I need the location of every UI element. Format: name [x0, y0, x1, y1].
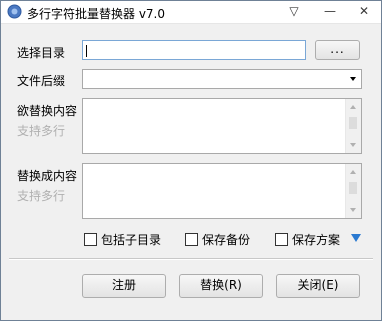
minimize-icon[interactable]: — — [317, 2, 343, 20]
close-button[interactable]: 关闭(E) — [276, 274, 360, 298]
dir-label: 选择目录 — [17, 46, 66, 60]
find-hint: 支持多行 — [17, 124, 66, 138]
browse-button[interactable]: ... — [315, 40, 360, 60]
include-subdirs-checkbox[interactable] — [84, 233, 97, 246]
scroll-thumb[interactable] — [349, 117, 357, 129]
replace-textarea[interactable] — [82, 163, 362, 219]
menu-dropdown-icon[interactable]: ▽ — [281, 2, 307, 20]
close-icon[interactable]: ✕ — [351, 2, 377, 20]
title-bar[interactable]: 多行字符批量替换器 v7.0 ▽ — ✕ — [1, 1, 381, 24]
replace-label: 替换成内容 — [17, 169, 78, 183]
expand-arrow-icon[interactable] — [351, 234, 361, 242]
save-scheme-checkbox[interactable] — [275, 233, 288, 246]
scroll-down-icon[interactable] — [350, 208, 356, 212]
replace-hint: 支持多行 — [17, 189, 66, 203]
scroll-up-icon[interactable] — [350, 105, 356, 109]
save-backup-label: 保存备份 — [202, 233, 251, 247]
text-caret — [86, 45, 87, 57]
suffix-label: 文件后缀 — [17, 74, 66, 88]
register-button[interactable]: 注册 — [82, 274, 166, 298]
include-subdirs-label: 包括子目录 — [101, 233, 162, 247]
app-icon — [7, 4, 22, 19]
suffix-select[interactable] — [82, 69, 362, 89]
replace-scrollbar[interactable] — [345, 164, 361, 218]
chevron-down-icon[interactable] — [350, 77, 356, 81]
scroll-down-icon[interactable] — [350, 143, 356, 147]
main-window: 多行字符批量替换器 v7.0 ▽ — ✕ 选择目录 ... 文件后缀 欲替换内容… — [0, 0, 382, 321]
find-scrollbar[interactable] — [345, 99, 361, 153]
find-label: 欲替换内容 — [17, 104, 78, 118]
save-backup-option[interactable]: 保存备份 — [185, 231, 250, 247]
save-scheme-label: 保存方案 — [292, 233, 341, 247]
find-textarea[interactable] — [82, 98, 362, 154]
include-subdirs-option[interactable]: 包括子目录 — [84, 231, 161, 247]
scroll-up-icon[interactable] — [350, 170, 356, 174]
save-scheme-option[interactable]: 保存方案 — [275, 231, 340, 247]
scroll-thumb[interactable] — [349, 182, 357, 194]
divider — [9, 258, 373, 260]
save-backup-checkbox[interactable] — [185, 233, 198, 246]
replace-button[interactable]: 替换(R) — [179, 274, 263, 298]
dir-input[interactable] — [82, 40, 306, 60]
window-title: 多行字符批量替换器 v7.0 — [27, 7, 166, 21]
